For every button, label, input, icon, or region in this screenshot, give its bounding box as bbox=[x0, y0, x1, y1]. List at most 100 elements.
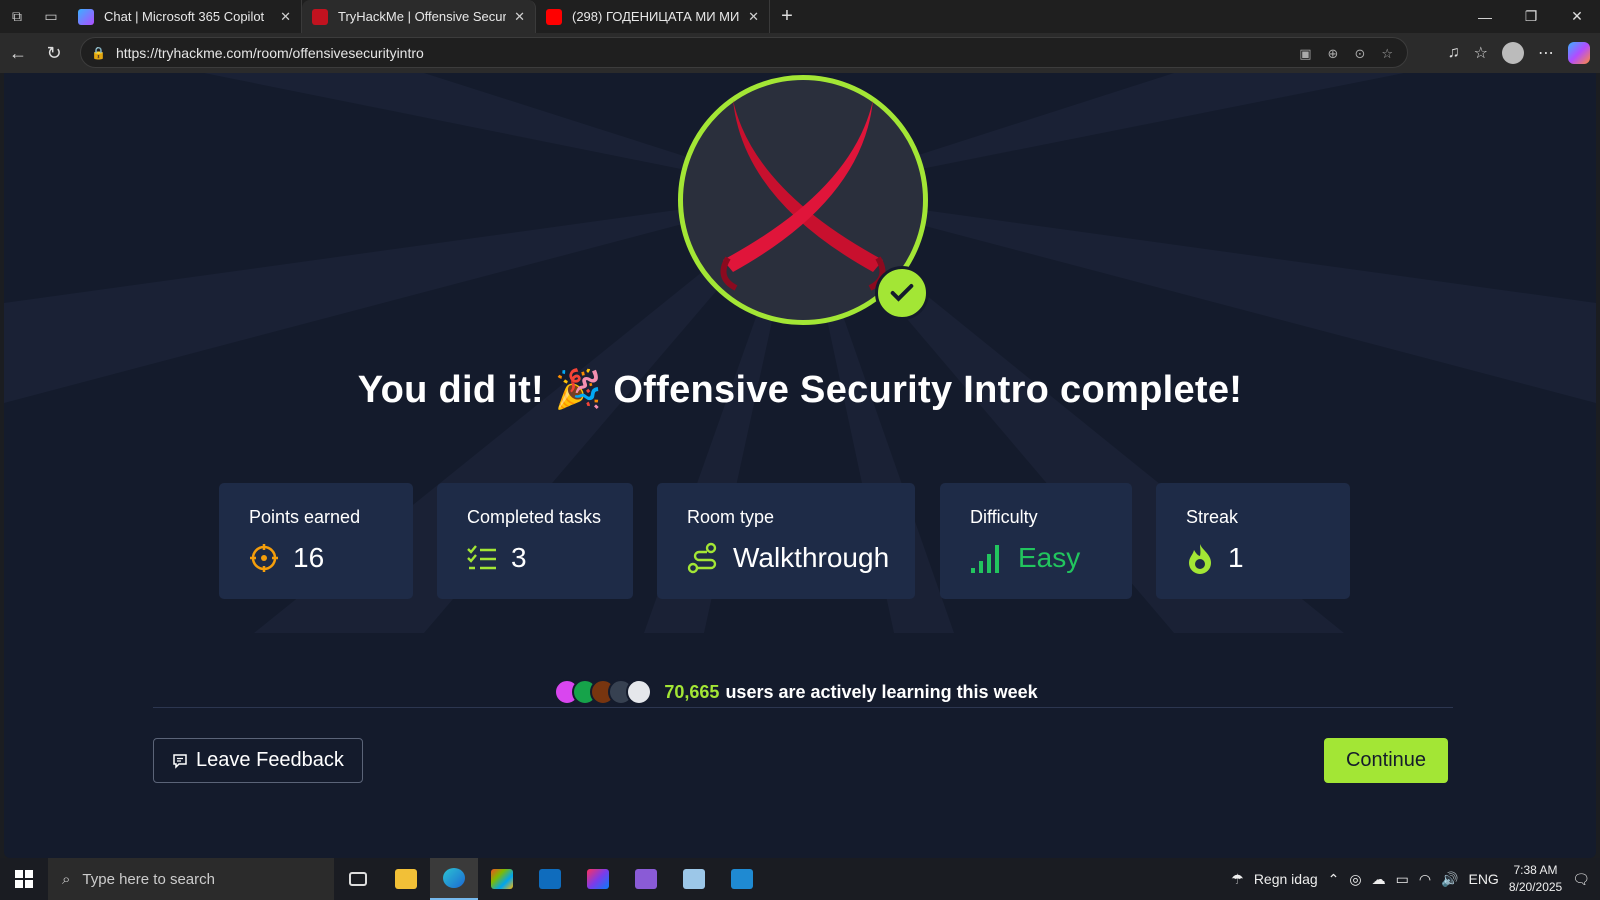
checklist-icon bbox=[467, 545, 496, 570]
stat-label: Streak bbox=[1186, 507, 1239, 527]
reader-icon[interactable]: ⊙ bbox=[1354, 46, 1365, 62]
tryhackme-favicon-icon bbox=[312, 8, 328, 25]
tab-actions-icon[interactable]: ▭ bbox=[34, 0, 68, 33]
search-placeholder: Type here to search bbox=[82, 870, 215, 888]
visual-studio-icon[interactable] bbox=[622, 858, 670, 900]
file-explorer-icon[interactable] bbox=[382, 858, 430, 900]
start-button[interactable] bbox=[0, 858, 48, 900]
url-field[interactable]: 🔒 https://tryhackme.com/room/offensivese… bbox=[80, 37, 1408, 68]
tab-title: (298) ГОДЕНИЦАТА МИ МИ ИЗБ... bbox=[572, 9, 740, 24]
active-users-count: 70,665 bbox=[664, 681, 720, 702]
close-tab-icon[interactable]: ✕ bbox=[748, 9, 759, 25]
battery-icon[interactable]: ▭ bbox=[1396, 871, 1409, 888]
stat-card-streak: Streak 1 bbox=[1156, 483, 1350, 599]
divider bbox=[153, 707, 1453, 708]
user-avatars bbox=[554, 679, 653, 705]
app-available-icon[interactable]: ▣ bbox=[1299, 46, 1311, 62]
refresh-icon[interactable]: ↻ bbox=[36, 43, 72, 64]
system-tray: ☂ Regn idag ⌃ ◎ ☁ ▭ ◠ 🔊 ENG 7:38 AM 8/20… bbox=[1231, 858, 1600, 900]
leave-feedback-button[interactable]: Leave Feedback bbox=[153, 738, 363, 783]
youtube-favicon-icon bbox=[546, 8, 562, 25]
active-users-banner: 70,665 users are actively learning this … bbox=[4, 679, 1596, 705]
flame-icon bbox=[1189, 544, 1211, 574]
target-icon bbox=[250, 544, 278, 572]
signal-bars-icon bbox=[971, 545, 999, 573]
taskbar-search[interactable]: ⌕ Type here to search bbox=[48, 858, 334, 900]
new-tab-button[interactable]: + bbox=[770, 5, 804, 28]
stat-label: Points earned bbox=[249, 507, 361, 527]
search-icon: ⌕ bbox=[62, 870, 71, 888]
copilot-icon[interactable] bbox=[1568, 42, 1590, 64]
extensions-icon[interactable]: ♫ bbox=[1448, 44, 1460, 62]
tab-title: TryHackMe | Offensive Security Intro bbox=[338, 9, 507, 24]
stat-card-tasks: Completed tasks 3 bbox=[437, 483, 633, 599]
tab-copilot[interactable]: Chat | Microsoft 365 Copilot ✕ bbox=[68, 0, 302, 33]
windows-taskbar: ⌕ Type here to search ☂ Regn idag ⌃ ◎ ☁ … bbox=[0, 858, 1600, 900]
back-icon[interactable]: ← bbox=[0, 43, 36, 64]
feedback-icon bbox=[173, 753, 187, 769]
party-popper-icon: 🎉 bbox=[554, 369, 603, 411]
microsoft-store-icon[interactable] bbox=[478, 858, 526, 900]
lock-icon[interactable]: 🔒 bbox=[91, 46, 106, 60]
stat-label: Difficulty bbox=[970, 507, 1038, 527]
windows-logo-icon bbox=[15, 870, 33, 888]
weather-text[interactable]: Regn idag bbox=[1254, 871, 1318, 887]
tab-title: Chat | Microsoft 365 Copilot bbox=[104, 9, 265, 24]
outlook-icon[interactable] bbox=[526, 858, 574, 900]
profile-avatar[interactable] bbox=[1502, 42, 1524, 64]
notifications-icon[interactable]: 🗨 bbox=[1572, 871, 1590, 888]
room-complete-page: You did it! 🎉 Offensive Security Intro c… bbox=[4, 73, 1596, 858]
show-hidden-icons-icon[interactable]: ⌃ bbox=[1328, 871, 1340, 888]
more-options-icon[interactable]: ⋯ bbox=[1538, 43, 1554, 63]
clock-date: 8/20/2025 bbox=[1508, 880, 1563, 894]
stat-card-difficulty: Difficulty Easy bbox=[940, 483, 1132, 599]
task-view-icon[interactable] bbox=[334, 858, 382, 900]
avatar bbox=[626, 679, 653, 705]
edge-icon[interactable] bbox=[430, 858, 478, 900]
favorites-icon[interactable]: ☆ bbox=[1474, 43, 1488, 63]
stat-value: 1 bbox=[1228, 542, 1244, 573]
headline-part1: You did it! bbox=[357, 369, 544, 411]
stat-value: Walkthrough bbox=[733, 542, 890, 573]
intellij-icon[interactable] bbox=[574, 858, 622, 900]
minimize-icon[interactable]: — bbox=[1462, 0, 1508, 33]
address-bar-row: ← ↻ 🔒 https://tryhackme.com/room/offensi… bbox=[0, 33, 1600, 73]
stat-card-points: Points earned 16 bbox=[219, 483, 413, 599]
zoom-icon[interactable]: ⊕ bbox=[1328, 46, 1339, 62]
onedrive-icon[interactable]: ☁ bbox=[1372, 871, 1386, 888]
tab-youtube[interactable]: (298) ГОДЕНИЦАТА МИ МИ ИЗБ... ✕ bbox=[536, 0, 770, 33]
volume-icon[interactable]: 🔊 bbox=[1441, 871, 1458, 888]
completed-check-icon bbox=[875, 266, 929, 320]
headline-part2: Offensive Security Intro complete! bbox=[613, 369, 1243, 411]
favorite-star-icon[interactable]: ☆ bbox=[1381, 46, 1393, 62]
url-text: https://tryhackme.com/room/offensivesecu… bbox=[115, 44, 424, 61]
stat-card-room-type: Room type Walkthrough bbox=[657, 483, 915, 599]
active-users-text: users are actively learning this week bbox=[725, 681, 1038, 702]
vscode-icon[interactable] bbox=[718, 858, 766, 900]
workspaces-icon[interactable]: ⧉ bbox=[0, 0, 34, 33]
clock[interactable]: 7:38 AM 8/20/2025 bbox=[1509, 862, 1562, 896]
close-tab-icon[interactable]: ✕ bbox=[514, 9, 525, 25]
language-indicator[interactable]: ENG bbox=[1468, 871, 1498, 887]
close-window-icon[interactable]: ✕ bbox=[1554, 0, 1600, 33]
window-controls: — ❐ ✕ bbox=[1462, 0, 1600, 33]
route-icon bbox=[687, 542, 717, 574]
continue-button[interactable]: Continue bbox=[1324, 738, 1448, 783]
copilot-favicon-icon bbox=[78, 8, 94, 25]
completion-headline: You did it! 🎉 Offensive Security Intro c… bbox=[4, 368, 1596, 412]
clock-time: 7:38 AM bbox=[1513, 863, 1558, 877]
tab-tryhackme[interactable]: TryHackMe | Offensive Security Intro ✕ bbox=[302, 0, 536, 33]
stat-label: Completed tasks bbox=[467, 507, 602, 527]
meet-icon[interactable]: ◎ bbox=[1349, 871, 1361, 888]
restore-icon[interactable]: ❐ bbox=[1508, 0, 1554, 33]
stat-label: Room type bbox=[687, 507, 775, 527]
weather-icon[interactable]: ☂ bbox=[1231, 871, 1244, 888]
feedback-label: Leave Feedback bbox=[196, 749, 344, 771]
browser-tab-bar: ⧉ ▭ Chat | Microsoft 365 Copilot ✕ TryHa… bbox=[0, 0, 1600, 33]
stat-value: Easy bbox=[1018, 542, 1081, 573]
stat-value: 3 bbox=[511, 542, 527, 573]
stat-value: 16 bbox=[293, 542, 325, 573]
image-viewer-icon[interactable] bbox=[670, 858, 718, 900]
wifi-icon[interactable]: ◠ bbox=[1419, 871, 1431, 888]
close-tab-icon[interactable]: ✕ bbox=[280, 9, 291, 25]
